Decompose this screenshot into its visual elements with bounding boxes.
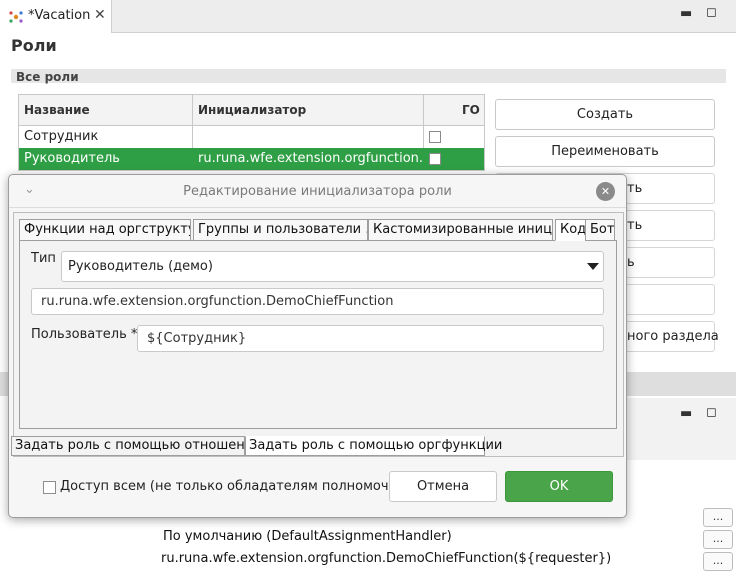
partial-button-text: ь [627, 255, 635, 270]
process-icon [9, 11, 23, 23]
create-button[interactable]: Создать [495, 99, 715, 130]
row-initializer: ru.runa.wfe.extension.orgfunction.DemoCh… [198, 151, 423, 166]
column-header-go[interactable]: ГО [462, 103, 480, 117]
dialog-title: Редактирование инициализатора роли [183, 184, 452, 199]
type-select[interactable]: Руководитель (демо) [61, 251, 604, 282]
maximize-icon[interactable]: ◻ [706, 405, 717, 420]
roles-table: Название Инициализатор ГО Сотрудник Руко… [18, 94, 485, 171]
user-label: Пользователь *: [31, 327, 142, 342]
column-header-initializer[interactable]: Инициализатор [198, 103, 306, 117]
close-icon[interactable]: ✕ [94, 7, 106, 23]
partial-button-text: ного раздела [627, 329, 719, 344]
type-select-value: Руководитель (демо) [68, 259, 213, 274]
type-label: Тип [31, 251, 56, 266]
minimize-icon[interactable]: ▬ [680, 406, 692, 421]
browse-button[interactable]: ... [703, 508, 733, 527]
subsection-title: Все роли [16, 70, 79, 84]
class-name-field[interactable]: ru.runa.wfe.extension.orgfunction.DemoCh… [31, 288, 604, 315]
browse-button[interactable]: ... [703, 530, 733, 549]
chevron-down-icon [587, 263, 599, 270]
default-handler-text: По умолчанию (DefaultAssignmentHandler) [163, 529, 452, 544]
table-header: Название Инициализатор ГО [19, 95, 484, 126]
tab-code[interactable]: Код [555, 219, 586, 241]
section-title: Роли [11, 36, 57, 55]
close-icon[interactable]: ✕ [596, 182, 615, 201]
browse-button[interactable]: ... [703, 552, 733, 571]
cancel-button[interactable]: Отмена [389, 471, 497, 502]
go-checkbox[interactable] [429, 131, 441, 143]
table-row-selected[interactable]: Руководитель ru.runa.wfe.extension.orgfu… [19, 148, 484, 170]
tab-assign-by-orgfunction[interactable]: Задать роль с помощью оргфункции [245, 436, 502, 456]
edit-initializer-dialog: ⌄ Редактирование инициализатора роли ✕ Ф… [8, 174, 627, 518]
minimize-icon[interactable]: ▬ [680, 6, 692, 21]
go-checkbox[interactable] [429, 153, 441, 165]
maximize-icon[interactable]: ◻ [706, 5, 717, 20]
row-name: Сотрудник [24, 129, 99, 144]
partial-button-text: ть [627, 181, 643, 196]
rename-button[interactable]: Переименовать [495, 136, 715, 167]
tab-custom-initializers[interactable]: Кастомизированные иниц… [368, 219, 553, 241]
tab-bot[interactable]: Бот [585, 219, 615, 241]
column-header-name[interactable]: Название [24, 103, 90, 117]
public-access-label: Доступ всем (не только обладателям полно… [60, 479, 411, 494]
table-row[interactable]: Сотрудник [19, 126, 484, 148]
subsection-band [11, 69, 726, 83]
tab-groups-users[interactable]: Группы и пользователи … [193, 219, 368, 241]
editor-tab-vacation[interactable]: *Vacation ✕ [0, 0, 112, 33]
editor-tab-title: *Vacation [28, 8, 91, 23]
ok-button[interactable]: OK [505, 471, 613, 502]
public-access-checkbox[interactable] [43, 481, 56, 494]
tab-orgstructure-functions[interactable]: Функции над оргструкту… [19, 219, 191, 241]
user-field[interactable]: ${Сотрудник} [137, 325, 604, 352]
partial-button-text: ть [627, 218, 643, 233]
tab-assign-by-relation[interactable]: Задать роль с помощью отношения [11, 436, 261, 456]
row-name: Руководитель [24, 151, 120, 166]
orgfunction-text: ru.runa.wfe.extension.orgfunction.DemoCh… [161, 551, 612, 566]
